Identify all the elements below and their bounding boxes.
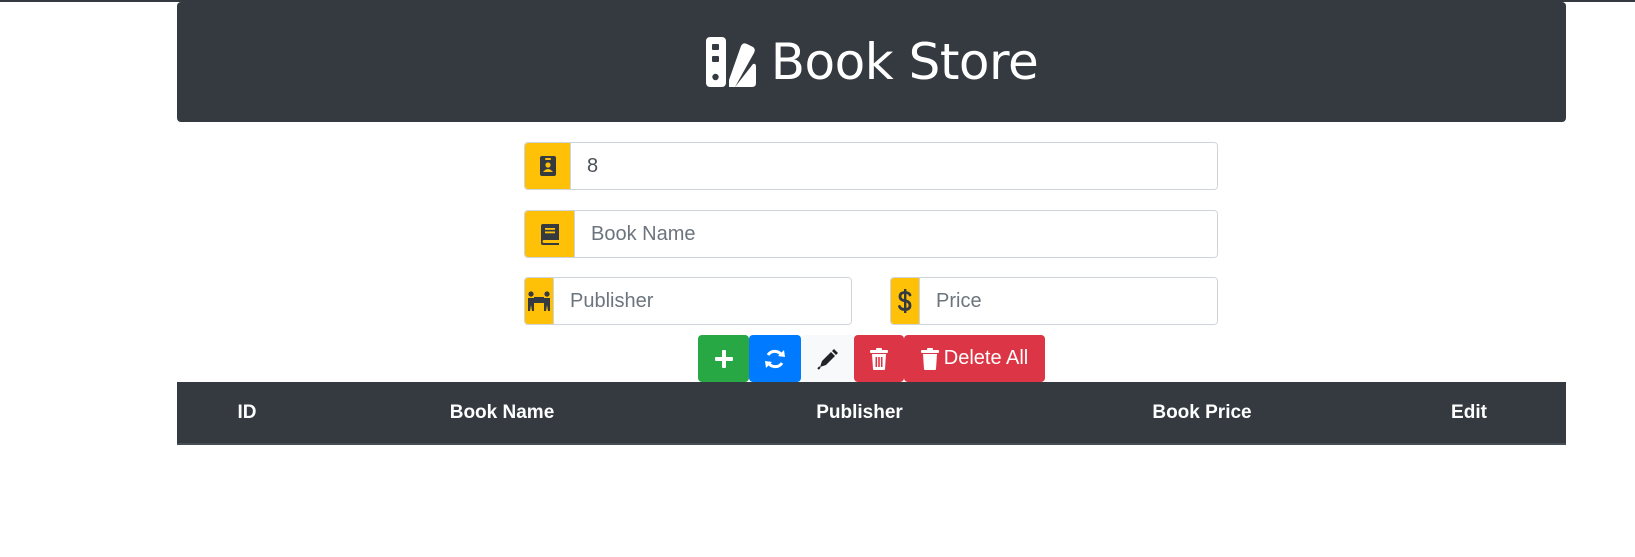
book-name-group (524, 210, 1218, 258)
page-header: Book Store (177, 2, 1566, 122)
id-badge-icon (525, 143, 571, 189)
edit-button[interactable] (801, 335, 854, 382)
pen-icon (816, 348, 838, 370)
delete-all-label: Delete All (943, 347, 1029, 369)
trash-icon (870, 347, 888, 370)
book-name-input[interactable] (575, 211, 1217, 257)
column-header-book-name: Book Name (449, 402, 555, 423)
publisher-input[interactable] (554, 278, 851, 324)
swatchbook-icon (705, 36, 757, 88)
action-buttons: Delete All (698, 335, 1045, 382)
price-group (890, 277, 1218, 325)
column-header-publisher: Publisher (816, 402, 903, 423)
publisher-group (524, 277, 852, 325)
dollar-icon (891, 278, 920, 324)
add-button[interactable] (698, 335, 749, 382)
book-id-input[interactable] (571, 143, 1217, 189)
price-input[interactable] (920, 278, 1217, 324)
column-header-book-price: Book Price (1152, 402, 1252, 423)
delete-all-button[interactable]: Delete All (904, 335, 1045, 382)
page-title: Book Store (770, 33, 1039, 91)
column-header-id: ID (237, 402, 257, 423)
books-table-header: ID Book Name Publisher Book Price Edit (177, 382, 1566, 445)
book-icon (525, 211, 575, 257)
people-carry-icon (525, 278, 554, 324)
refresh-button[interactable] (749, 335, 801, 382)
trash-icon (920, 347, 939, 370)
sync-icon (765, 349, 785, 368)
book-id-group (524, 142, 1218, 190)
delete-button[interactable] (854, 335, 904, 382)
column-header-edit: Edit (1451, 402, 1487, 423)
plus-icon (714, 349, 733, 368)
